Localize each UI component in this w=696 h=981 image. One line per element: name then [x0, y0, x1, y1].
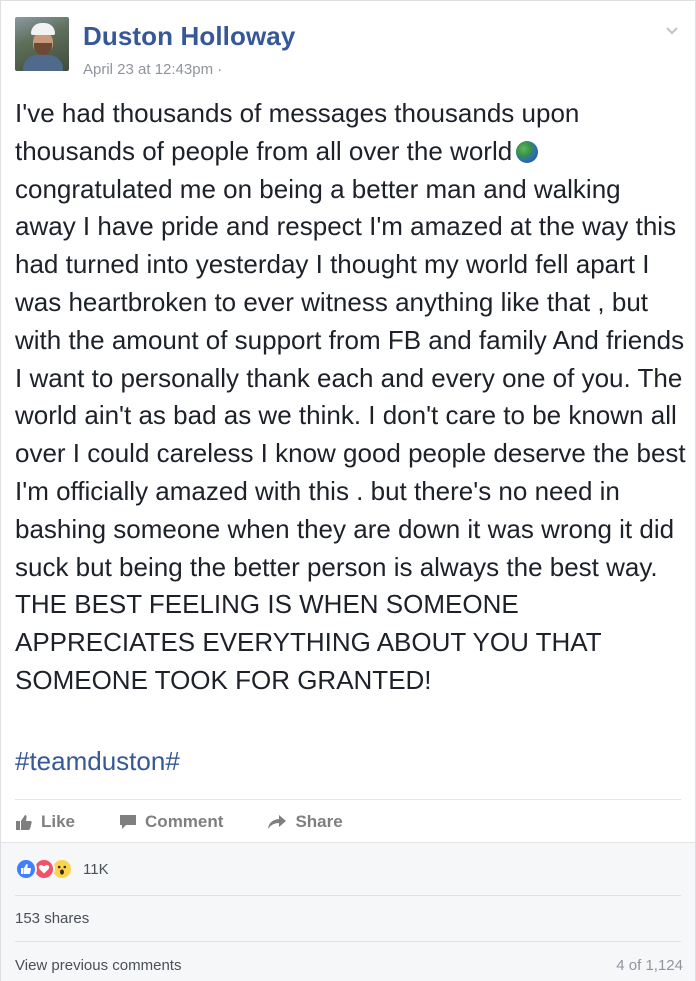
comment-label: Comment [145, 812, 224, 831]
reactions-summary[interactable]: 11K [15, 857, 109, 881]
post-footer: 11K 153 shares View previous comments 4 … [1, 842, 695, 981]
footer-divider [15, 895, 681, 896]
comment-button[interactable]: Comment [119, 812, 223, 832]
reaction-count[interactable]: 11K [83, 861, 109, 878]
meta-separator: · [217, 61, 223, 78]
author-avatar[interactable] [15, 17, 69, 71]
shares-count[interactable]: 153 shares [15, 910, 89, 927]
avatar-cap [31, 23, 55, 35]
like-button[interactable]: Like [15, 812, 75, 832]
share-arrow-icon [268, 815, 287, 829]
like-reaction-icon [15, 858, 37, 880]
hashtag-link[interactable]: #teamduston# [15, 746, 180, 777]
comments-pager: 4 of 1,124 [616, 957, 683, 974]
post-timestamp[interactable]: April 23 at 12:43pm [83, 61, 213, 78]
facebook-post: Duston Holloway April 23 at 12:43pm · I'… [0, 0, 696, 981]
like-label: Like [41, 812, 76, 831]
post-header: Duston Holloway April 23 at 12:43pm · [15, 17, 681, 78]
post-actions: Like Comment Share [15, 807, 387, 837]
post-body-part-2: congratulated me on being a better man a… [15, 173, 686, 695]
avatar-shirt [23, 55, 63, 71]
thumbs-up-icon [16, 815, 32, 830]
chevron-down-icon[interactable] [663, 21, 681, 39]
author-name[interactable]: Duston Holloway [83, 21, 295, 52]
footer-divider [15, 941, 681, 942]
post-meta: April 23 at 12:43pm · [83, 61, 222, 78]
avatar-beard [34, 43, 52, 55]
view-previous-comments-link[interactable]: View previous comments [15, 957, 181, 974]
globe-emoji-icon [516, 140, 539, 163]
share-label: Share [295, 812, 343, 831]
post-body-part-1: I've had thousands of messages thousands… [15, 98, 580, 166]
share-button[interactable]: Share [267, 812, 343, 832]
comment-icon [120, 815, 137, 829]
actions-divider [15, 799, 681, 800]
post-body: I've had thousands of messages thousands… [15, 95, 687, 700]
